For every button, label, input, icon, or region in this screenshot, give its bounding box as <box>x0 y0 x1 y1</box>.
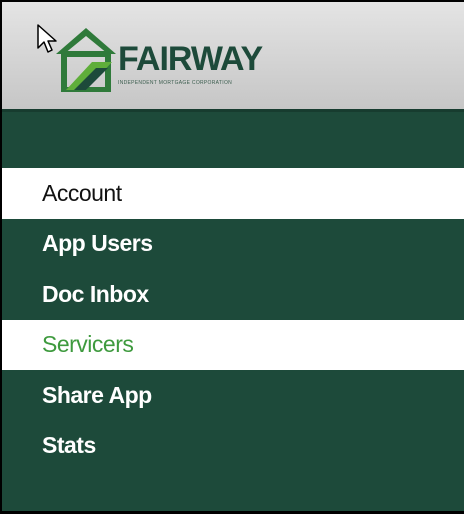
sidebar-item-stats[interactable]: Stats <box>2 421 464 472</box>
sidebar-item-label: Stats <box>42 432 96 459</box>
sidebar-item-account[interactable]: Account <box>2 168 464 219</box>
fairway-logo[interactable]: FAIRWAY INDEPENDENT MORTGAGE CORPORATION <box>52 24 292 96</box>
sidebar-item-app-users[interactable]: App Users <box>2 219 464 270</box>
sidebar-item-label: Account <box>42 179 122 206</box>
logo-wordmark: FAIRWAY <box>118 40 263 78</box>
sidebar-item-servicers[interactable]: Servicers <box>2 319 464 370</box>
sidebar-item-label: Doc Inbox <box>42 280 149 307</box>
sidebar-nav-menu: Account App Users Doc Inbox Servicers Sh… <box>2 168 464 471</box>
fairway-house-logo-icon <box>56 28 116 92</box>
sidebar-item-share-app[interactable]: Share App <box>2 370 464 421</box>
sidebar-item-label: App Users <box>42 230 153 257</box>
app-sidebar: FAIRWAY INDEPENDENT MORTGAGE CORPORATION… <box>0 0 464 514</box>
sidebar-item-label: Share App <box>42 381 152 408</box>
sidebar-item-doc-inbox[interactable]: Doc Inbox <box>2 269 464 320</box>
sidebar-item-label: Servicers <box>42 331 134 358</box>
mouse-pointer-icon <box>37 24 57 53</box>
logo-tagline: INDEPENDENT MORTGAGE CORPORATION <box>118 80 233 86</box>
sidebar-header: FAIRWAY INDEPENDENT MORTGAGE CORPORATION <box>2 2 464 112</box>
